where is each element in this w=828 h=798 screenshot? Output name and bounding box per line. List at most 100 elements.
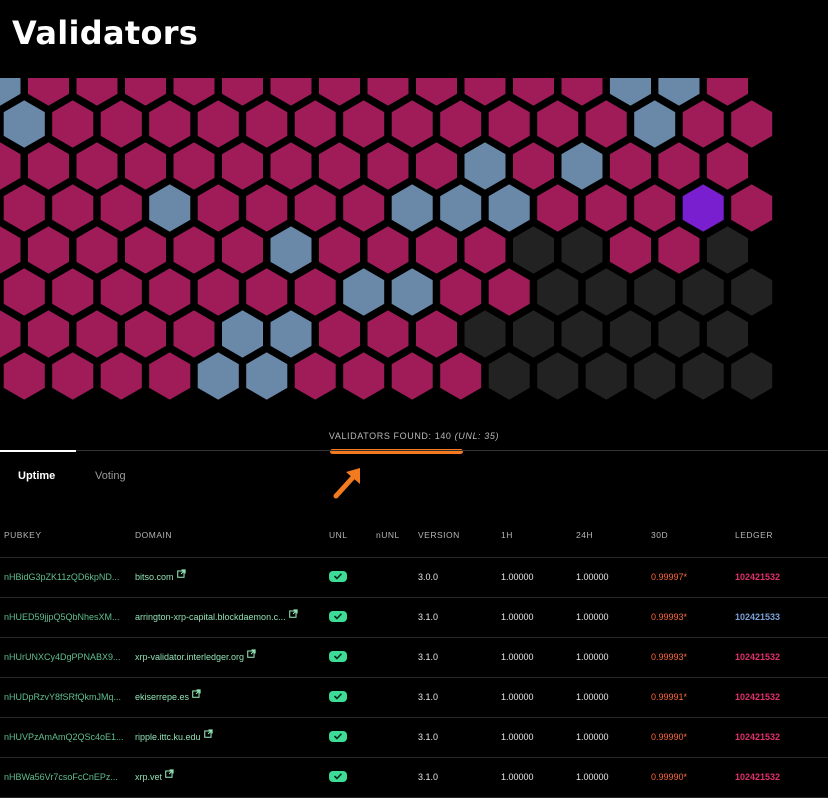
tab-uptime[interactable]: Uptime [18,470,55,482]
validator-hexagon[interactable] [339,179,389,237]
external-link-icon[interactable] [288,598,298,635]
validator-hexagon[interactable] [96,95,146,153]
ledger-link[interactable]: 102421532 [735,758,815,797]
ledger-link[interactable]: 102421533 [735,598,815,637]
validator-hexagon[interactable] [290,179,340,237]
domain-link[interactable]: ekiserrepe.es [135,678,189,717]
validator-hexagon[interactable] [363,221,413,279]
validator-hexagon[interactable] [315,305,364,363]
validator-hexagon[interactable] [678,263,728,321]
validator-hexagon[interactable] [48,95,98,153]
external-link-icon[interactable] [192,678,201,715]
validator-hexagon[interactable] [557,221,607,279]
validator-hexagon[interactable] [484,179,534,237]
validator-hexagon[interactable] [436,263,486,321]
validator-hexagon[interactable] [605,137,655,195]
validator-hexagon[interactable] [702,137,752,195]
validator-hexagon[interactable] [484,347,534,405]
validator-hexagon[interactable] [533,347,583,405]
validator-hexagon[interactable] [363,305,413,363]
validator-hexagon[interactable] [412,137,461,195]
validator-hexagon[interactable] [145,95,195,153]
validator-hexagon[interactable] [581,347,631,405]
validator-hexagon[interactable] [145,263,195,321]
validator-hexagon[interactable] [605,305,655,363]
validator-hexagon[interactable] [727,347,777,405]
validator-hexagon[interactable] [533,95,583,153]
validator-hexagon[interactable] [702,221,752,279]
validator-hexagon[interactable] [315,221,364,279]
validator-hexagon[interactable] [218,221,267,279]
validator-hexagon[interactable] [72,137,122,195]
ledger-link[interactable]: 102421532 [735,678,815,717]
column-header-nunl[interactable]: nUNL [376,518,412,557]
validator-hexagon[interactable] [218,137,267,195]
column-header-pubkey[interactable]: PUBKEY [4,518,128,557]
validator-hexagon[interactable] [509,221,558,279]
hex-map-canvas[interactable] [0,78,828,428]
validator-hexagon[interactable] [145,347,195,405]
table-row[interactable]: nHBWa56Vr7csoFcCnEPz... xrp.vet 3.1.0 1.000… [0,758,828,798]
table-row[interactable]: nHBidG3pZK11zQD6kpND... bitso.com 3.0.0 1.0… [0,558,828,598]
validator-hexagon[interactable] [581,179,631,237]
column-header-version[interactable]: VERSION [418,518,478,557]
validator-hexagon[interactable] [145,179,195,237]
validator-hexagon[interactable] [460,221,510,279]
pubkey-link[interactable]: nHUED59jjpQ5QbNhesXM... [4,598,128,637]
validator-hexagon[interactable] [266,137,316,195]
validator-hexagon[interactable] [654,137,704,195]
validator-hexagon[interactable] [363,137,413,195]
validator-hexagon[interactable] [727,179,777,237]
validator-hexagon[interactable] [169,221,219,279]
validator-hexagon[interactable] [581,263,631,321]
validator-hexagon[interactable] [193,179,243,237]
validator-hexagon[interactable] [605,221,655,279]
validator-hexagon[interactable] [339,263,389,321]
validator-hexagon[interactable] [169,305,219,363]
pubkey-link[interactable]: nHUDpRzvY8fSRfQkmJMq... [4,678,128,717]
external-link-icon[interactable] [247,638,256,675]
validator-hexagon[interactable] [72,305,122,363]
domain-link[interactable]: ripple.ittc.ku.edu [135,718,201,757]
column-header-unl[interactable]: UNL [329,518,365,557]
validator-hexagon[interactable] [48,347,98,405]
validator-hexagon[interactable] [48,179,98,237]
validator-hexagon[interactable] [678,179,728,237]
ledger-link[interactable]: 102421532 [735,718,815,757]
validator-hexagon[interactable] [509,305,558,363]
domain-link[interactable]: arrington-xrp-capital.blockdaemon.c... [135,598,286,637]
validator-hexagon[interactable] [218,305,267,363]
validator-hexagon[interactable] [678,347,728,405]
validator-hexagon[interactable] [96,179,146,237]
validator-hexagon[interactable] [290,263,340,321]
validator-hexagon[interactable] [0,95,49,153]
external-link-icon[interactable] [176,558,186,595]
validator-hexagon[interactable] [24,305,73,363]
external-link-icon[interactable] [165,758,174,795]
validator-hexagon[interactable] [339,95,389,153]
validator-hex-map[interactable] [0,78,828,428]
validator-hexagon[interactable] [387,95,437,153]
table-row[interactable]: nHUrUNXCy4DgPPNABX9... xrp-validator.inte… [0,638,828,678]
domain-link[interactable]: xrp-validator.interledger.org [135,638,244,677]
validator-hexagon[interactable] [48,263,98,321]
validator-hexagon[interactable] [387,347,437,405]
validator-hexagon[interactable] [0,263,49,321]
validator-hexagon[interactable] [727,263,777,321]
validator-hexagon[interactable] [72,221,122,279]
validator-hexagon[interactable] [630,95,680,153]
validator-hexagon[interactable] [24,221,73,279]
validator-hexagon[interactable] [678,95,728,153]
validator-hexagon[interactable] [533,263,583,321]
validator-hexagon[interactable] [24,137,73,195]
column-header-ledger[interactable]: LEDGER [735,518,815,557]
validator-hexagon[interactable] [630,263,680,321]
ledger-link[interactable]: 102421532 [735,558,815,597]
validator-hexagon[interactable] [460,305,510,363]
validator-hexagon[interactable] [412,305,461,363]
table-row[interactable]: nHUED59jjpQ5QbNhesXM... arrington-xrp-cap… [0,598,828,638]
validator-hexagon[interactable] [193,95,243,153]
validator-hexagon[interactable] [121,137,170,195]
table-row[interactable]: nHUVPzAmAmQ2QSc4oE1... ripple.ittc.ku.edu… [0,718,828,758]
validator-hexagon[interactable] [387,263,437,321]
